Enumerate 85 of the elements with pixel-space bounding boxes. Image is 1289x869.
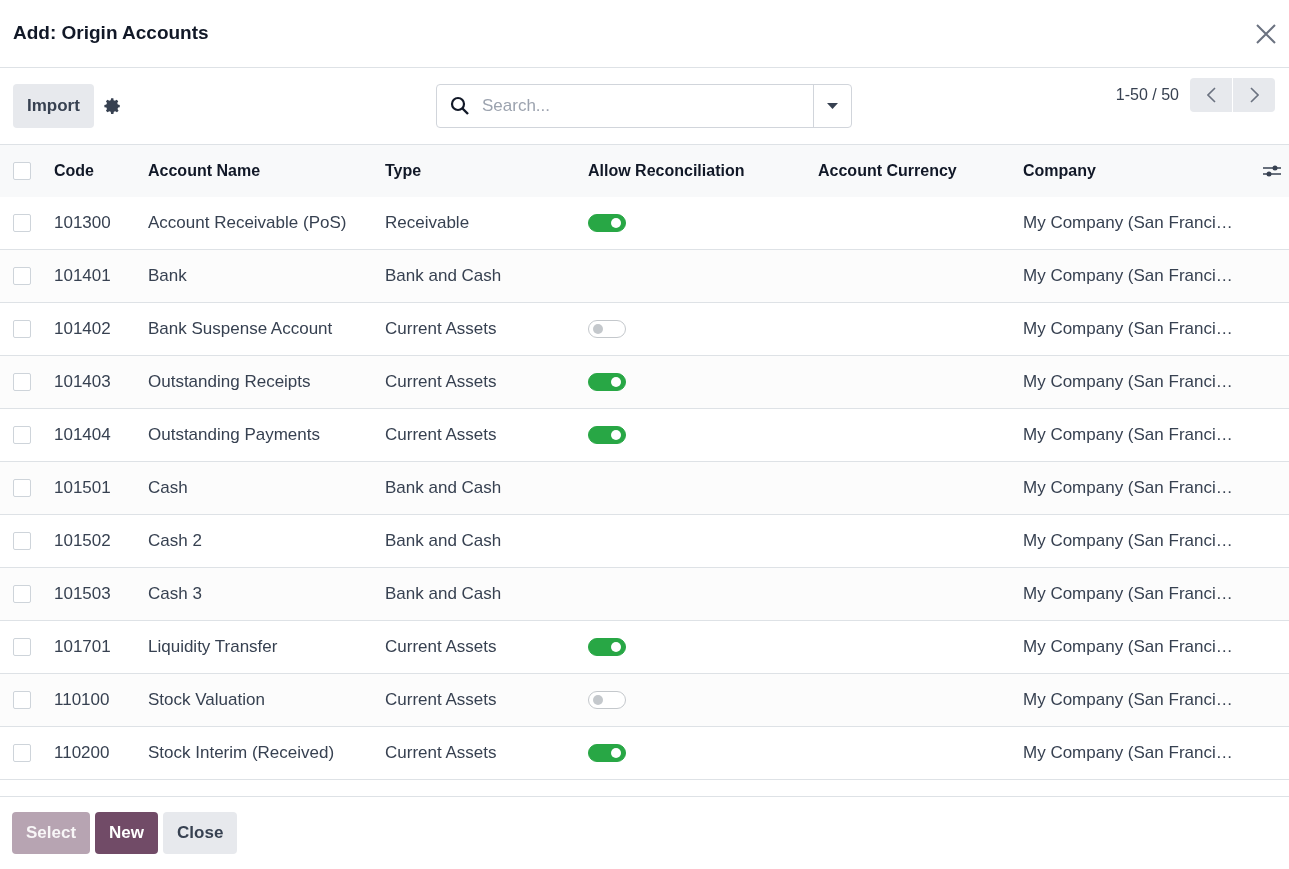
row-checkbox[interactable] xyxy=(13,479,31,497)
table-cell: Outstanding Payments xyxy=(148,425,320,445)
table-cell: 110200 xyxy=(54,743,110,763)
table-cell: 101401 xyxy=(54,266,111,286)
table-cell: My Company (San Franci… xyxy=(1023,425,1233,445)
reconciliation-toggle[interactable] xyxy=(588,426,626,444)
table-cell: My Company (San Franci… xyxy=(1023,531,1233,551)
column-header[interactable]: Account Currency xyxy=(818,162,957,179)
dialog-title: Add: Origin Accounts xyxy=(13,21,209,46)
table-cell: 101404 xyxy=(54,425,111,445)
table-cell: My Company (San Franci… xyxy=(1023,319,1233,339)
column-header[interactable]: Company xyxy=(1023,162,1096,179)
previous-page-button[interactable] xyxy=(1190,78,1232,112)
table-cell: Cash 3 xyxy=(148,584,202,604)
table-cell: Current Assets xyxy=(385,319,497,339)
row-checkbox[interactable] xyxy=(13,214,31,232)
row-checkbox[interactable] xyxy=(13,426,31,444)
chevron-left-icon xyxy=(1206,87,1216,103)
select-all-checkbox[interactable] xyxy=(13,162,31,180)
reconciliation-toggle[interactable] xyxy=(588,320,626,338)
table-cell: 101300 xyxy=(54,213,111,233)
table-cell: My Company (San Franci… xyxy=(1023,213,1233,233)
table-cell: Current Assets xyxy=(385,372,497,392)
table-cell: Cash xyxy=(148,478,188,498)
row-checkbox[interactable] xyxy=(13,320,31,338)
footer-button[interactable]: New xyxy=(95,812,159,854)
table-cell: 101402 xyxy=(54,319,111,339)
table-cell: Cash 2 xyxy=(148,531,202,551)
table-cell: Bank and Cash xyxy=(385,531,502,551)
caret-icon xyxy=(827,103,838,109)
reconciliation-toggle[interactable] xyxy=(588,638,626,656)
column-header[interactable]: Type xyxy=(385,162,422,179)
table-cell: 101503 xyxy=(54,584,111,604)
row-checkbox[interactable] xyxy=(13,267,31,285)
table-cell: Outstanding Receipts xyxy=(148,372,311,392)
row-checkbox[interactable] xyxy=(13,691,31,709)
table-cell: My Company (San Franci… xyxy=(1023,478,1233,498)
table-cell: Current Assets xyxy=(385,425,497,445)
table-cell: My Company (San Franci… xyxy=(1023,584,1233,604)
column-header[interactable]: Account Name xyxy=(148,162,261,179)
table-cell: Receivable xyxy=(385,213,470,233)
reconciliation-toggle[interactable] xyxy=(588,373,626,391)
search-icon xyxy=(450,96,470,116)
column-header[interactable]: Allow Reconciliation xyxy=(588,162,745,179)
table-cell: My Company (San Franci… xyxy=(1023,266,1233,286)
table-cell: 101403 xyxy=(54,372,111,392)
footer-button[interactable]: Close xyxy=(163,812,238,854)
table-cell: Bank and Cash xyxy=(385,584,502,604)
table-cell: Account Receivable (PoS) xyxy=(148,213,347,233)
table-cell: 110100 xyxy=(54,690,110,710)
table-cell: Bank xyxy=(148,266,187,286)
row-checkbox[interactable] xyxy=(13,585,31,603)
row-checkbox[interactable] xyxy=(13,373,31,391)
reconciliation-toggle[interactable] xyxy=(588,214,626,232)
table-cell: 101502 xyxy=(54,531,111,551)
table-cell: My Company (San Franci… xyxy=(1023,372,1233,392)
table-cell: My Company (San Franci… xyxy=(1023,637,1233,657)
row-checkbox[interactable] xyxy=(13,744,31,762)
row-checkbox[interactable] xyxy=(13,638,31,656)
table-cell: Bank and Cash xyxy=(385,478,502,498)
column-settings-icon[interactable] xyxy=(1263,163,1281,179)
search-bar[interactable]: Search... xyxy=(436,84,852,128)
pager-value: 1-50 / 50 xyxy=(1115,85,1179,105)
row-checkbox[interactable] xyxy=(13,532,31,550)
settings-icon[interactable] xyxy=(103,97,122,115)
table-cell: My Company (San Franci… xyxy=(1023,690,1233,710)
import-button[interactable]: Import xyxy=(13,84,94,128)
table-cell: Current Assets xyxy=(385,637,497,657)
table-cell: Current Assets xyxy=(385,743,497,763)
table-cell: Stock Valuation xyxy=(148,690,265,710)
table-cell: Liquidity Transfer xyxy=(148,637,278,657)
table-cell: Bank Suspense Account xyxy=(148,319,333,339)
table-cell: Stock Interim (Received) xyxy=(148,743,335,763)
chevron-right-icon xyxy=(1249,87,1259,103)
table-cell: 101701 xyxy=(54,637,111,657)
reconciliation-toggle[interactable] xyxy=(588,744,626,762)
search-input[interactable]: Search... xyxy=(482,85,813,127)
table-cell: Current Assets xyxy=(385,690,497,710)
next-page-button[interactable] xyxy=(1233,78,1275,112)
table-cell: 101501 xyxy=(54,478,111,498)
reconciliation-toggle[interactable] xyxy=(588,691,626,709)
column-header[interactable]: Code xyxy=(54,162,94,179)
table-cell: My Company (San Franci… xyxy=(1023,743,1233,763)
close-icon[interactable] xyxy=(1255,22,1277,45)
table-cell: Bank and Cash xyxy=(385,266,502,286)
